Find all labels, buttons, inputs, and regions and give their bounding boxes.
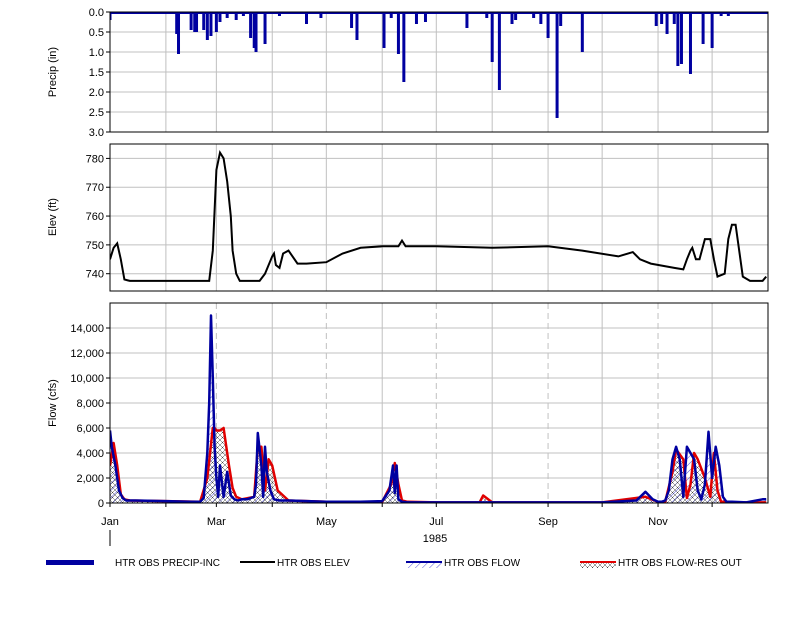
precip-bar <box>679 12 683 64</box>
precip-bar <box>710 12 714 48</box>
y-tick-label: 8,000 <box>76 398 104 410</box>
legend-item-elev: HTR OBS ELEV <box>240 558 350 569</box>
precip-bar <box>249 12 253 38</box>
precip-bar <box>205 12 209 40</box>
precip-bar <box>189 12 193 30</box>
y-tick-label: 1.0 <box>89 47 104 59</box>
legend-label-elev: HTR OBS ELEV <box>277 558 350 569</box>
precip-bar <box>209 12 213 36</box>
precip-bar <box>676 12 680 66</box>
precip-bar <box>202 12 206 30</box>
elev-lines <box>110 149 767 282</box>
x-tick-label: Jul <box>429 516 443 528</box>
precip-bar <box>580 12 584 52</box>
precip-bar <box>665 12 669 34</box>
precip-bar <box>402 12 406 82</box>
elev-line <box>110 149 767 282</box>
precip-bar <box>382 12 386 48</box>
precip-bar <box>355 12 359 40</box>
legend-swatch-precip <box>46 560 94 565</box>
precip-bar <box>546 12 550 38</box>
x-tick-label: Jan <box>101 516 119 528</box>
flow-y-axis-title: Flow (cfs) <box>47 379 59 427</box>
flow-series <box>110 314 767 503</box>
precip-bar <box>555 12 559 118</box>
precip-panel: 0.0 0.5 1.0 1.5 2.0 2.5 3.0 Precip (in) <box>47 7 769 139</box>
y-tick-label: 740 <box>86 269 104 281</box>
precip-bar <box>254 12 258 52</box>
y-tick-label: 6,000 <box>76 423 104 435</box>
y-tick-label: 2.0 <box>89 87 104 99</box>
elev-plot-frame <box>109 143 769 292</box>
precip-bar <box>701 12 705 44</box>
y-tick-label: 0.0 <box>89 7 104 19</box>
y-tick-label: 760 <box>86 211 104 223</box>
y-tick-label: 780 <box>86 153 104 165</box>
legend-label-flow-res-out: HTR OBS FLOW-RES OUT <box>618 558 742 569</box>
precip-bar <box>559 12 563 26</box>
flow-y-ticks: 0 2,000 4,000 6,000 8,000 10,000 12,000 14,000 <box>70 323 110 510</box>
y-tick-label: 3.0 <box>89 127 104 139</box>
y-tick-label: 4,000 <box>76 448 104 460</box>
y-tick-label: 750 <box>86 240 104 252</box>
elev-grid <box>110 144 768 291</box>
precip-bars <box>110 12 768 118</box>
precip-bar <box>214 12 218 32</box>
y-tick-label: 2.5 <box>89 107 104 119</box>
legend-label-precip: HTR OBS PRECIP-INC <box>115 558 220 569</box>
x-tick-label: Mar <box>207 516 226 528</box>
precip-bar <box>263 12 267 44</box>
precip-bar <box>654 12 658 26</box>
elev-y-axis-title: Elev (ft) <box>47 198 59 236</box>
precip-bar <box>195 12 199 32</box>
elev-y-ticks: 740 750 760 770 780 <box>86 153 110 281</box>
y-tick-label: 1.5 <box>89 67 104 79</box>
precip-bar <box>688 12 692 74</box>
x-tick-label: May <box>316 516 337 528</box>
legend-label-flow: HTR OBS FLOW <box>444 558 521 569</box>
precip-bar <box>497 12 501 90</box>
y-tick-label: 0 <box>98 498 104 510</box>
y-tick-label: 0.5 <box>89 27 104 39</box>
flow-panel: 02,0004,0006,0008,00010,00012,00014,000 … <box>47 302 769 546</box>
precip-y-axis-title: Precip (in) <box>47 47 59 97</box>
flow-x-axis-title: 1985 <box>423 533 447 545</box>
precip-bar <box>177 12 181 54</box>
legend: HTR OBS PRECIP-INC HTR OBS ELEV HTR OBS … <box>46 558 742 569</box>
y-tick-label: 770 <box>86 182 104 194</box>
y-tick-label: 12,000 <box>70 348 104 360</box>
precip-y-ticks: 0.0 0.5 1.0 1.5 2.0 2.5 3.0 <box>89 7 110 139</box>
x-tick-label: Sep <box>538 516 558 528</box>
legend-item-precip: HTR OBS PRECIP-INC <box>46 558 220 569</box>
precip-bar <box>350 12 354 28</box>
precip-bar <box>465 12 469 28</box>
y-tick-label: 10,000 <box>70 373 104 385</box>
elev-panel: 740 750 760 770 780 Elev (ft) <box>47 143 769 292</box>
precip-bar <box>490 12 494 62</box>
y-tick-label: 14,000 <box>70 323 104 335</box>
precip-bar <box>396 12 400 54</box>
hydrograph-chart: 0.0 0.5 1.0 1.5 2.0 2.5 3.0 Precip (in) 740 750… <box>46 7 769 569</box>
flow-x-ticks: Jan Mar May Jul Sep Nov <box>101 503 713 528</box>
x-tick-label: Nov <box>648 516 668 528</box>
legend-item-flow-res-out: HTR OBS FLOW-RES OUT <box>580 558 742 569</box>
y-tick-label: 2,000 <box>76 473 104 485</box>
legend-item-flow: HTR OBS FLOW <box>406 558 521 569</box>
